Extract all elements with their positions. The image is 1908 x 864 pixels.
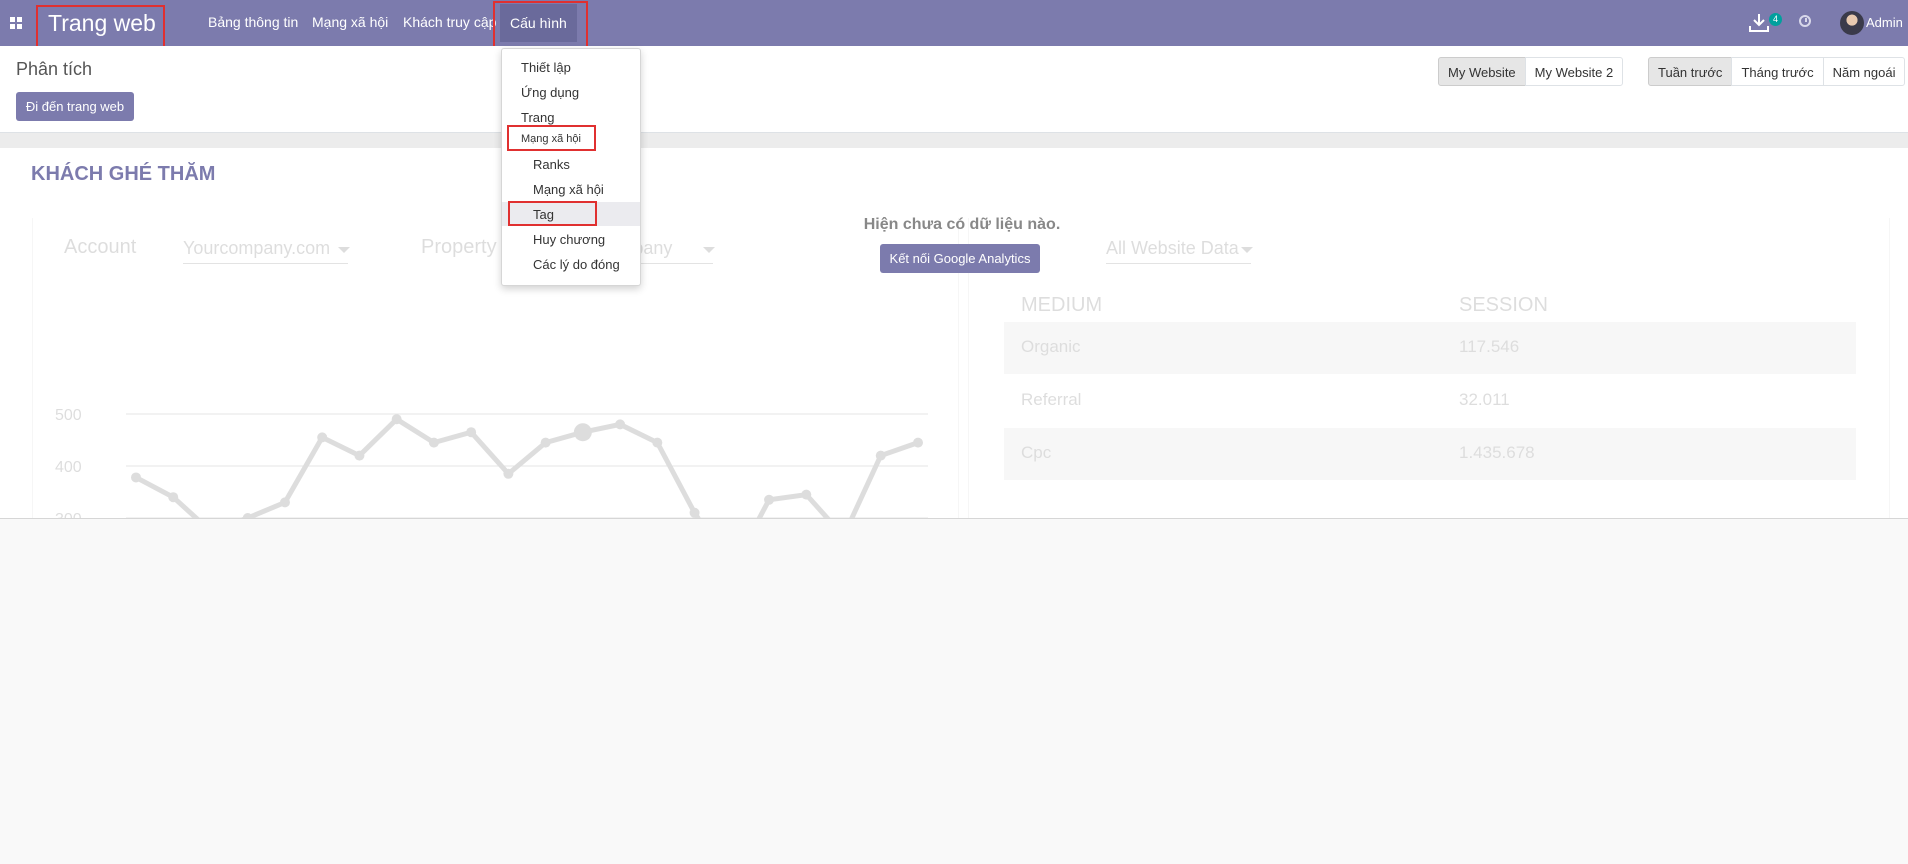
data-point bbox=[428, 437, 439, 448]
menu-item-label: Thiết lập bbox=[521, 60, 571, 75]
menu-item-badges[interactable]: Huy chương bbox=[502, 227, 640, 251]
y-tick-label: 500 bbox=[55, 407, 82, 424]
breadcrumb: Phân tích bbox=[16, 59, 93, 79]
data-point bbox=[503, 468, 514, 479]
menu-item-label: Tag bbox=[533, 207, 554, 222]
apps-grid-icon[interactable] bbox=[10, 17, 22, 29]
table-header-medium: MEDIUM bbox=[1021, 294, 1103, 316]
period-filter-group: Tuần trước Tháng trước Năm ngoái bbox=[1648, 57, 1906, 86]
website-filter-group: My Website My Website 2 bbox=[1438, 57, 1624, 86]
view-select: All Website Data bbox=[1106, 238, 1253, 264]
data-point bbox=[875, 450, 886, 461]
menu-item-label: Các lý do đóng bbox=[533, 257, 620, 272]
data-point bbox=[317, 432, 328, 443]
data-point bbox=[573, 423, 592, 442]
table-cell: Referral bbox=[1021, 390, 1082, 409]
menu-item-label: Trang bbox=[521, 110, 555, 125]
avatar[interactable] bbox=[1840, 11, 1864, 35]
data-point bbox=[279, 497, 290, 508]
filter-my-website-2[interactable]: My Website 2 bbox=[1524, 57, 1624, 86]
menu-item-tag[interactable]: Tag bbox=[502, 202, 640, 226]
menu-dashboard[interactable]: Bảng thông tin bbox=[208, 14, 298, 30]
menu-item-label: Mạng xã hội bbox=[533, 182, 604, 197]
filter-my-website[interactable]: My Website bbox=[1438, 57, 1526, 86]
table-header-session: SESSION bbox=[1459, 294, 1548, 316]
menu-visitors[interactable]: Khách truy cập bbox=[403, 14, 496, 30]
data-point bbox=[354, 450, 365, 461]
table-cell: 32.011 bbox=[1459, 390, 1510, 409]
menu-item-label: Ranks bbox=[533, 157, 570, 172]
control-panel: Phân tích Đi đến trang web My Website My… bbox=[0, 46, 1908, 133]
y-tick-label: 400 bbox=[55, 459, 82, 476]
download-icon[interactable] bbox=[1748, 12, 1770, 34]
visitors-line-chart: 500 400 300 bbox=[55, 407, 928, 519]
empty-area bbox=[0, 519, 1908, 864]
menu-item-label: Ứng dụng bbox=[521, 85, 580, 100]
section-title: KHÁCH GHÉ THĂM bbox=[31, 163, 216, 185]
data-point bbox=[801, 489, 812, 500]
data-point bbox=[689, 507, 700, 518]
table-cell: 117.546 bbox=[1459, 337, 1520, 356]
table-row: Organic 117.546 bbox=[1004, 322, 1856, 374]
menu-item-label: Huy chương bbox=[533, 232, 606, 247]
menu-item-social-network[interactable]: Mạng xã hội bbox=[502, 177, 640, 201]
app-title[interactable]: Trang web bbox=[48, 10, 156, 37]
configuration-dropdown: Thiết lập Ứng dụng Trang Mạng xã hội Ran… bbox=[501, 48, 641, 286]
menu-item-close-reasons[interactable]: Các lý do đóng bbox=[502, 252, 640, 276]
goto-website-button[interactable]: Đi đến trang web bbox=[16, 92, 134, 121]
clock-icon[interactable] bbox=[1799, 15, 1811, 27]
data-point bbox=[168, 492, 179, 503]
data-point bbox=[615, 419, 626, 430]
filter-last-month[interactable]: Tháng trước bbox=[1731, 57, 1824, 86]
menu-item-apps[interactable]: Ứng dụng bbox=[502, 80, 640, 104]
table-panel-placeholder: View All Website Data MEDIUM SESSION Org… bbox=[968, 218, 1890, 518]
data-point bbox=[764, 494, 775, 505]
data-point bbox=[131, 472, 141, 483]
table-cell: 1.435.678 bbox=[1459, 443, 1535, 462]
menu-social-network[interactable]: Mạng xã hội bbox=[312, 14, 388, 30]
menu-configuration[interactable]: Cấu hình bbox=[500, 4, 577, 42]
menu-item-ranks[interactable]: Ranks bbox=[502, 152, 640, 176]
filter-last-week[interactable]: Tuần trước bbox=[1648, 57, 1733, 86]
series-line bbox=[134, 416, 919, 518]
menu-item-settings[interactable]: Thiết lập bbox=[502, 55, 640, 79]
download-count-badge: 4 bbox=[1769, 13, 1782, 26]
filter-last-year[interactable]: Năm ngoái bbox=[1822, 57, 1906, 86]
data-point bbox=[540, 437, 551, 448]
data-point bbox=[913, 437, 923, 448]
user-name[interactable]: Admin bbox=[1866, 15, 1903, 30]
table-cell: Organic bbox=[1021, 337, 1081, 356]
table-row: Cpc 1.435.678 bbox=[1004, 428, 1856, 480]
data-point bbox=[652, 437, 663, 448]
data-point bbox=[391, 414, 402, 425]
menu-section-header: Mạng xã hội bbox=[521, 133, 581, 145]
chart-panel-placeholder: Account Yourcompany.com Property Yourcom… bbox=[32, 218, 959, 519]
connect-google-analytics-button[interactable]: Kết nối Google Analytics bbox=[880, 244, 1040, 273]
no-data-message: Hiện chưa có dữ liệu nào. bbox=[863, 216, 1061, 233]
menu-item-pages[interactable]: Trang bbox=[502, 105, 640, 129]
table-row: Referral 32.011 bbox=[1004, 375, 1856, 427]
y-tick-label: 300 bbox=[55, 511, 82, 519]
separator-strip bbox=[0, 133, 1908, 148]
data-point bbox=[466, 427, 477, 438]
top-navbar: Trang web Bảng thông tin Mạng xã hội Khá… bbox=[0, 0, 1908, 46]
table-cell: Cpc bbox=[1021, 443, 1052, 462]
dashboard-content: KHÁCH GHÉ THĂM Account Yourcompany.com P… bbox=[0, 148, 1908, 519]
